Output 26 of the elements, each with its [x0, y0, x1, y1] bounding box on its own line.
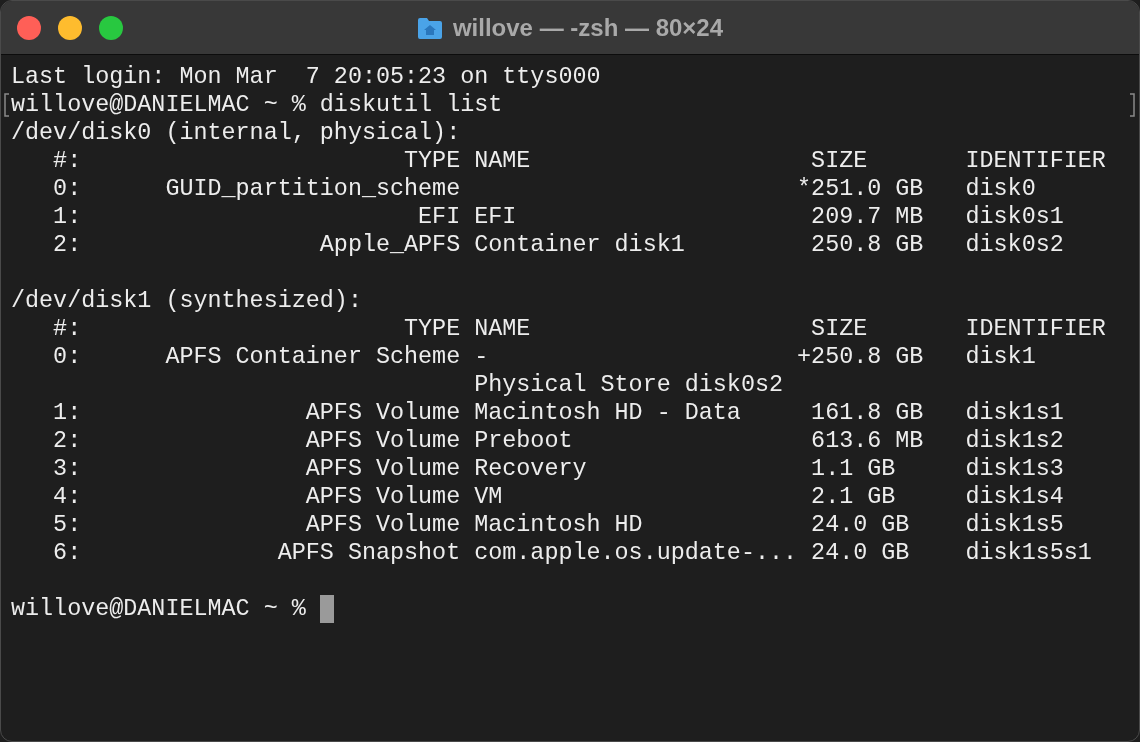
output-line: /dev/disk1 (synthesized): — [11, 287, 362, 315]
text-cursor — [319, 595, 334, 623]
home-folder-icon — [416, 15, 443, 40]
output-line: /dev/disk0 (internal, physical): — [11, 119, 461, 147]
output-line: 0: APFS Container Scheme - +250.8 GB disk1 — [52, 343, 1036, 371]
output-line: 3: APFS Volume Recovery 1.1 GB disk1s3 — [52, 455, 1064, 483]
output-line: #: TYPE NAME SIZE IDENTIFIER — [52, 147, 1106, 175]
output-line: 0: GUID_partition_scheme *251.0 GB disk0 — [52, 175, 1036, 203]
output-line: Last login: Mon Mar 7 20:05:23 on ttys000 — [11, 63, 601, 91]
output-line: 2: Apple_APFS Container disk1 250.8 GB disk0s2 — [52, 231, 1064, 259]
output-line: 6: APFS Snapshot com.apple.os.update-... 24.0 GB disk1s5s1 — [52, 539, 1092, 567]
close-button[interactable] — [17, 15, 41, 40]
output-line: 4: APFS Volume VM 2.1 GB disk1s4 — [52, 483, 1064, 511]
output-line: 5: APFS Volume Macintosh HD 24.0 GB disk1s5 — [52, 511, 1064, 539]
prompt-line: willove@DANIELMAC ~ % — [11, 595, 307, 623]
prompt-line: willove@DANIELMAC ~ % diskutil list — [11, 91, 503, 119]
output-line: Physical Store disk0s2 — [473, 371, 784, 399]
bracket-mark-icon — [1129, 93, 1135, 117]
window-title: willove — -zsh — 80×24 — [452, 13, 724, 42]
output-line: 1: APFS Volume Macintosh HD - Data 161.8 GB disk1s1 — [52, 399, 1064, 427]
zoom-button[interactable] — [99, 15, 123, 40]
minimize-button[interactable] — [58, 15, 82, 40]
bracket-mark-icon — [4, 93, 10, 117]
output-line: #: TYPE NAME SIZE IDENTIFIER — [52, 315, 1106, 343]
output-line: 1: EFI EFI 209.7 MB disk0s1 — [52, 203, 1064, 231]
output-line: 2: APFS Volume Preboot 613.6 MB disk1s2 — [52, 427, 1064, 455]
